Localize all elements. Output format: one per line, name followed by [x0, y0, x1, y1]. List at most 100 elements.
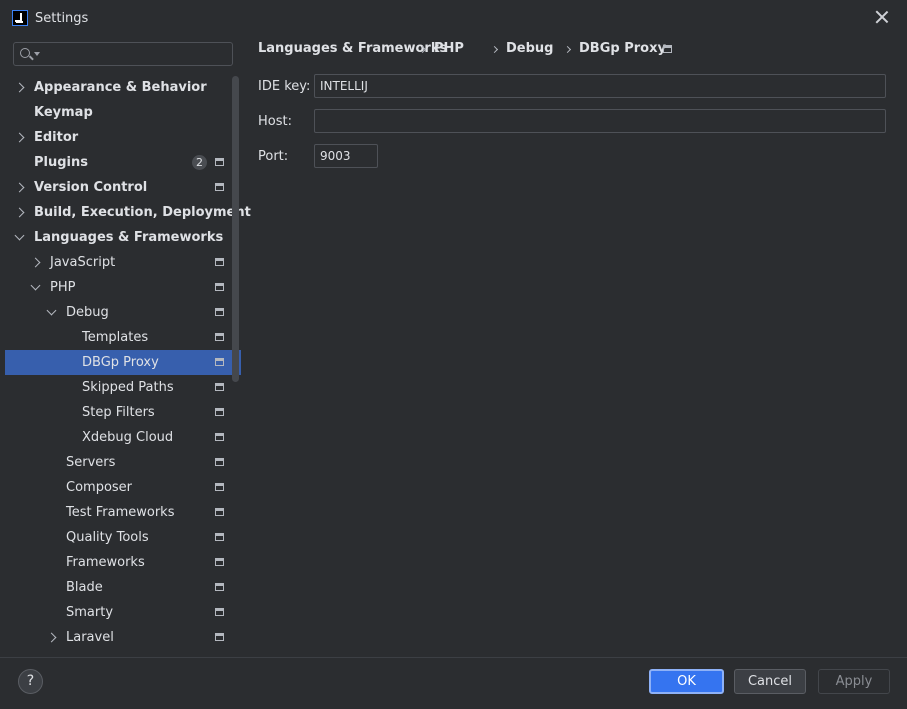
tree-item-label: Xdebug Cloud [82, 430, 174, 445]
intellij-logo-icon [12, 10, 28, 26]
chevron-right-icon[interactable] [30, 257, 41, 268]
tree-item[interactable]: Step Filters [5, 400, 241, 425]
ide-key-label: IDE key: [258, 79, 311, 94]
tree-item[interactable]: Test Frameworks [5, 500, 241, 525]
project-scope-icon [215, 408, 224, 416]
port-field[interactable] [314, 144, 378, 168]
search-input[interactable] [44, 43, 229, 65]
tree-item-label: Smarty [66, 605, 114, 620]
tree-item[interactable]: Xdebug Cloud [5, 425, 241, 450]
settings-sidebar: Appearance & Behavior Keymap Editor Plugins… [0, 38, 251, 658]
project-scope-icon [215, 283, 224, 291]
chevron-right-icon[interactable] [46, 632, 57, 643]
tree-item[interactable]: Smarty [5, 600, 241, 625]
tree-item-label: Languages & Frameworks [34, 230, 224, 245]
tree-item-label: Step Filters [82, 405, 155, 420]
tree-item[interactable]: PHP [5, 275, 241, 300]
tree-item[interactable]: Plugins 2 [5, 150, 241, 175]
project-scope-icon [215, 308, 224, 316]
ok-button[interactable]: OK [649, 669, 724, 694]
project-scope-icon [215, 483, 224, 491]
tree-item[interactable]: Composer [5, 475, 241, 500]
tree-item-label: PHP [50, 280, 76, 295]
help-button[interactable]: ? [18, 669, 43, 694]
tree-item-label: Plugins [34, 155, 88, 170]
chevron-right-icon[interactable] [14, 82, 25, 93]
tree-item[interactable]: Laravel [5, 625, 241, 650]
tree-item[interactable]: Version Control [5, 175, 241, 200]
breadcrumb-item[interactable]: DBGp Proxy [579, 41, 666, 56]
chevron-down-icon[interactable] [46, 305, 57, 316]
tree-item-label: Debug [66, 305, 109, 320]
project-scope-icon [215, 433, 224, 441]
tree-item-label: Keymap [34, 105, 93, 120]
chevron-down-icon[interactable] [30, 280, 41, 291]
breadcrumb-item[interactable]: Debug [506, 41, 553, 56]
project-scope-icon [215, 533, 224, 541]
close-icon[interactable] [875, 10, 889, 24]
tree-item[interactable]: Keymap [5, 100, 241, 125]
footer-divider [0, 657, 907, 658]
project-scope-icon [215, 383, 224, 391]
tree-item-label: Build, Execution, Deployment [34, 205, 251, 220]
tree-item-label: Editor [34, 130, 79, 145]
chevron-right-icon[interactable] [14, 182, 25, 193]
cancel-button[interactable]: Cancel [734, 669, 806, 694]
tree-item-label: Appearance & Behavior [34, 80, 207, 95]
host-field[interactable] [314, 109, 886, 133]
project-scope-icon [215, 583, 224, 591]
chevron-right-icon[interactable] [14, 207, 25, 218]
tree-item[interactable]: Quality Tools [5, 525, 241, 550]
project-scope-icon [215, 458, 224, 466]
tree-item[interactable]: Frameworks [5, 550, 241, 575]
search-history-dropdown-icon[interactable] [34, 52, 40, 56]
tree-item-label: Version Control [34, 180, 148, 195]
search-icon [20, 48, 30, 58]
tree-item-label: Laravel [66, 630, 114, 645]
project-scope-icon [215, 558, 224, 566]
tree-item[interactable]: Blade [5, 575, 241, 600]
tree-item-label: Frameworks [66, 555, 145, 570]
tree-item-label: Templates [82, 330, 149, 345]
settings-tree: Appearance & Behavior Keymap Editor Plugins… [5, 75, 251, 650]
tree-item-label: Servers [66, 455, 116, 470]
chevron-right-icon [563, 45, 572, 54]
tree-item-label: Skipped Paths [82, 380, 174, 395]
project-scope-icon [215, 608, 224, 616]
project-scope-icon [663, 45, 672, 53]
tree-item-label: DBGp Proxy [82, 355, 159, 370]
settings-dialog: Settings Appearance & Behavior Keymap Edit… [0, 0, 907, 709]
tree-item-label: Test Frameworks [66, 505, 175, 520]
project-scope-icon [215, 183, 224, 191]
breadcrumb-item[interactable]: PHP [434, 41, 464, 56]
project-scope-icon [215, 158, 224, 166]
project-scope-icon [215, 508, 224, 516]
port-label: Port: [258, 149, 289, 164]
tree-item[interactable]: Appearance & Behavior [5, 75, 241, 100]
project-scope-icon [215, 633, 224, 641]
tree-item-label: JavaScript [50, 255, 116, 270]
chevron-down-icon[interactable] [14, 230, 25, 241]
tree-item[interactable]: Skipped Paths [5, 375, 241, 400]
tree-item-label: Quality Tools [66, 530, 149, 545]
tree-item[interactable]: Editor [5, 125, 241, 150]
chevron-right-icon[interactable] [14, 132, 25, 143]
project-scope-icon [215, 333, 224, 341]
tree-item[interactable]: Debug [5, 300, 241, 325]
project-scope-icon [215, 258, 224, 266]
update-count-badge: 2 [192, 155, 207, 170]
tree-item[interactable]: DBGp Proxy [5, 350, 241, 375]
tree-item[interactable]: Build, Execution, Deployment [5, 200, 251, 225]
project-scope-icon [215, 358, 224, 366]
tree-item[interactable]: Templates [5, 325, 241, 350]
host-label: Host: [258, 114, 292, 129]
apply-button[interactable]: Apply [818, 669, 890, 694]
ide-key-field[interactable] [314, 74, 886, 98]
tree-item-label: Composer [66, 480, 133, 495]
tree-scrollbar[interactable] [232, 76, 239, 382]
settings-search[interactable] [13, 42, 233, 66]
tree-item[interactable]: Languages & Frameworks [5, 225, 241, 250]
tree-item[interactable]: Servers [5, 450, 241, 475]
window-title: Settings [35, 11, 89, 26]
tree-item[interactable]: JavaScript [5, 250, 241, 275]
